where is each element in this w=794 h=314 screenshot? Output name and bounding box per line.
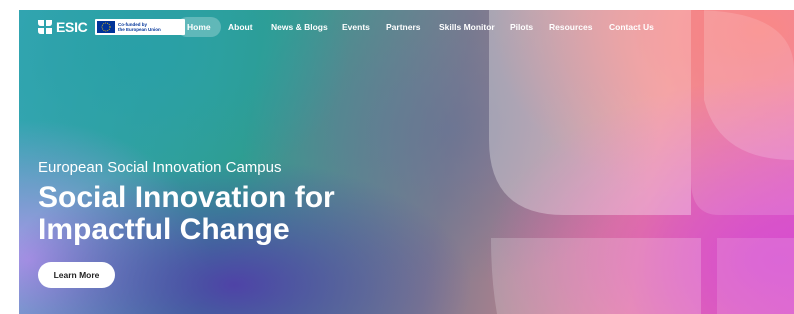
nav-events[interactable]: Events bbox=[342, 22, 370, 32]
learn-more-button[interactable]: Learn More bbox=[38, 262, 115, 288]
headline-line-2: Impactful Change bbox=[38, 213, 290, 246]
nav-skills-monitor[interactable]: Skills Monitor bbox=[439, 22, 495, 32]
eu-flag-icon bbox=[97, 21, 115, 33]
nav-partners[interactable]: Partners bbox=[386, 22, 421, 32]
logo-text: ESIC bbox=[56, 19, 88, 35]
esic-logo[interactable]: ESIC bbox=[37, 18, 88, 36]
hero-subtitle: European Social Innovation Campus bbox=[38, 159, 282, 176]
esic-leaf-icon bbox=[37, 19, 53, 35]
hero-headline: Social Innovation for Impactful Change bbox=[38, 182, 335, 246]
nav-home[interactable]: Home bbox=[177, 17, 221, 37]
headline-line-1: Social Innovation for bbox=[38, 181, 335, 214]
top-navigation: ESIC Co-funded by the European Union Hom… bbox=[19, 10, 794, 44]
nav-resources[interactable]: Resources bbox=[549, 22, 592, 32]
eu-badge-text: Co-funded by the European Union bbox=[118, 22, 161, 32]
nav-pilots[interactable]: Pilots bbox=[510, 22, 533, 32]
nav-news-blogs[interactable]: News & Blogs bbox=[271, 22, 328, 32]
nav-contact-us[interactable]: Contact Us bbox=[609, 22, 654, 32]
nav-about[interactable]: About bbox=[228, 22, 253, 32]
eu-cofunded-badge: Co-funded by the European Union bbox=[95, 19, 185, 35]
